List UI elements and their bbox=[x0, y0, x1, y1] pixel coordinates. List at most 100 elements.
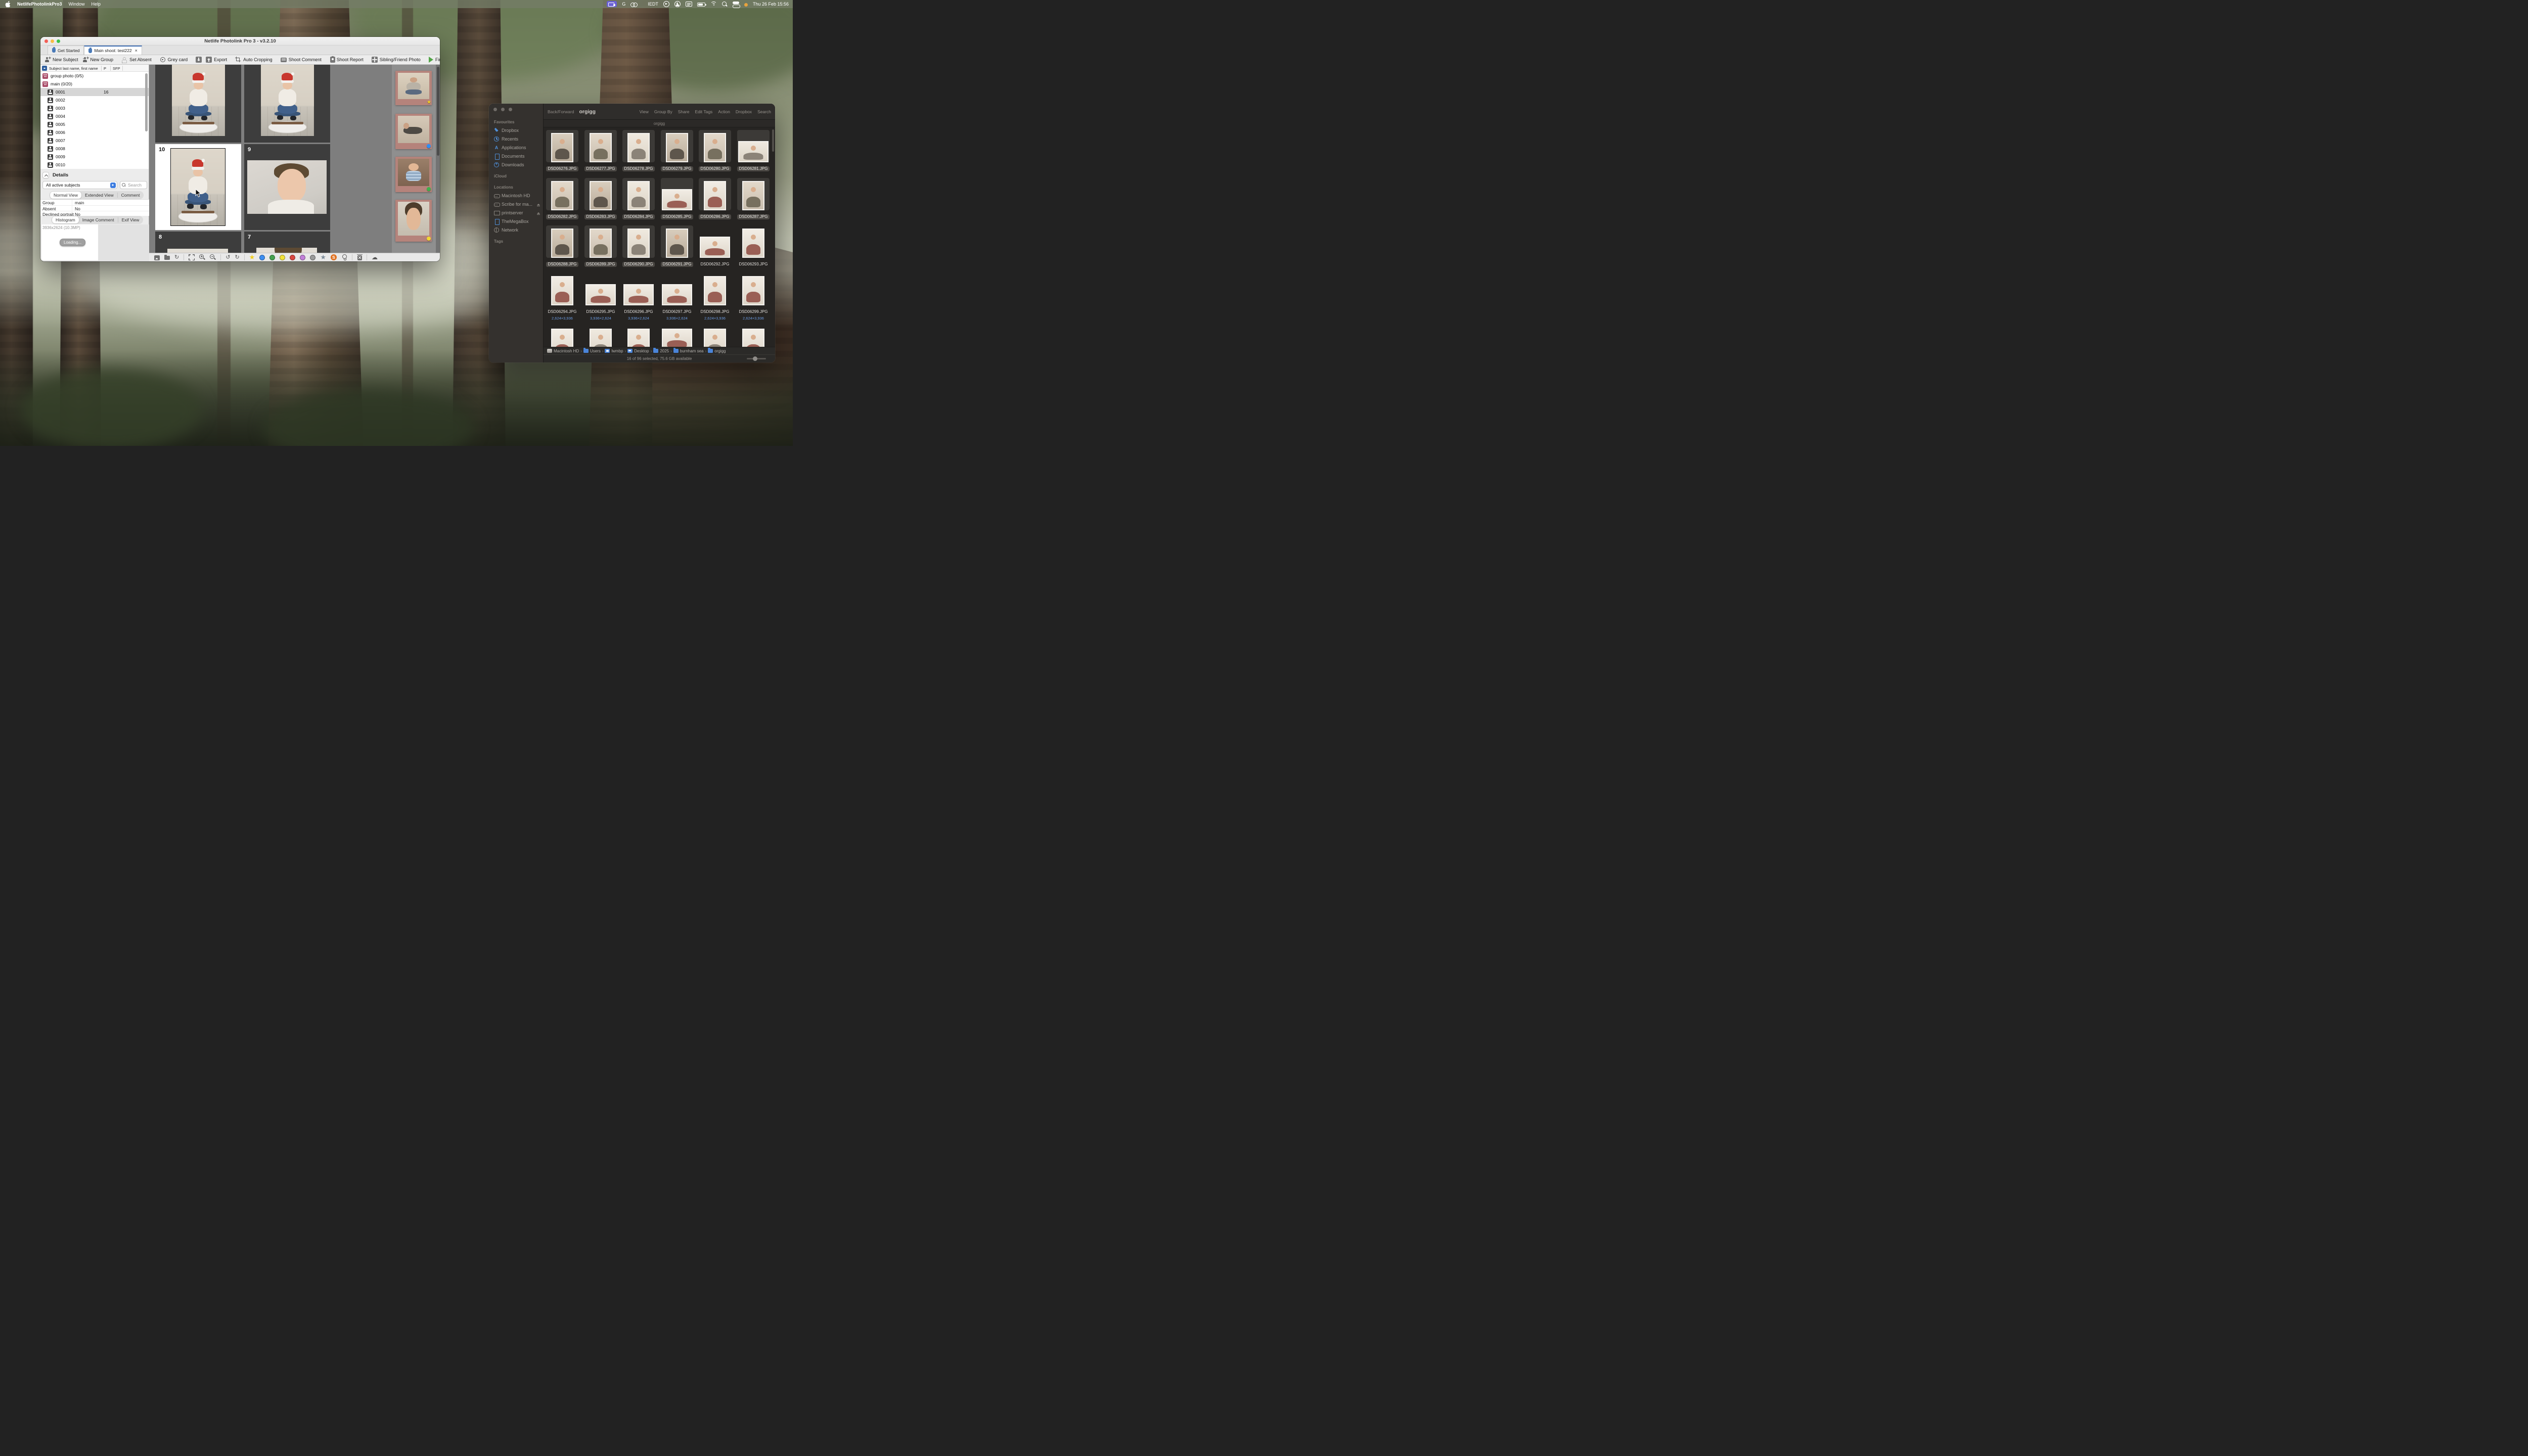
toolbar-action-action[interactable]: Action bbox=[718, 109, 730, 114]
filmstrip-thumbnail[interactable] bbox=[395, 157, 432, 192]
finish-shoot-button[interactable]: Finish Shoot bbox=[429, 57, 440, 63]
toolbar-action-dropbox[interactable]: Dropbox bbox=[736, 109, 752, 114]
new-subject-button[interactable]: New Subject bbox=[44, 57, 78, 63]
file-item[interactable]: DSD06279.JPG bbox=[659, 129, 695, 177]
toolbar-action-view[interactable]: View bbox=[640, 109, 649, 114]
wifi-icon[interactable] bbox=[710, 2, 717, 7]
file-item[interactable]: DSD06298.JPG2,624×3,936 bbox=[697, 272, 733, 321]
g-app-icon[interactable]: G bbox=[622, 2, 625, 7]
color-label-dot[interactable] bbox=[427, 237, 431, 241]
tab-histogram[interactable]: Histogram bbox=[52, 216, 79, 223]
sidebar-item-printserver[interactable]: printserver bbox=[494, 210, 540, 215]
group-row[interactable]: main (0/20) bbox=[40, 80, 149, 88]
sibling-friend-photo-button[interactable]: Sibling/Friend Photo bbox=[372, 57, 421, 63]
sidebar-item-applications[interactable]: AApplications bbox=[494, 145, 540, 150]
filmstrip-thumbnail[interactable] bbox=[395, 200, 432, 242]
menu-app-name[interactable]: NetlifePhotolinkPro3 bbox=[17, 2, 62, 7]
sidebar-item-scribe-for-ma-[interactable]: Scribe for ma... bbox=[494, 202, 540, 207]
rotate-right-icon[interactable]: ↻ bbox=[235, 254, 239, 260]
toolbar-action-share[interactable]: Share bbox=[678, 109, 690, 114]
file-item[interactable]: DSD06288.JPG bbox=[544, 224, 580, 273]
rotate-left-icon[interactable]: ↺ bbox=[225, 254, 230, 260]
title-bar[interactable]: Netlife Photolink Pro 3 - v3.2.10 bbox=[40, 37, 440, 46]
file-item[interactable]: DSD06287.JPG bbox=[735, 177, 772, 225]
sort-icon[interactable] bbox=[42, 66, 47, 71]
tab-normal-view[interactable]: Normal View bbox=[50, 192, 81, 199]
cloud-icon[interactable]: ☁ bbox=[372, 254, 378, 260]
trash-icon[interactable] bbox=[357, 255, 362, 260]
folder-icon[interactable] bbox=[164, 256, 170, 260]
grid-cell[interactable] bbox=[155, 65, 241, 143]
file-item[interactable]: DSD06291.JPG bbox=[659, 224, 695, 273]
file-item[interactable]: DSD06296.JPG3,936×2,624 bbox=[620, 272, 657, 321]
sidebar-item-documents[interactable]: Documents bbox=[494, 154, 540, 159]
sidebar-item-macintosh-hd[interactable]: Macintosh HD bbox=[494, 193, 540, 198]
toolbar-action-edit-tags[interactable]: Edit Tags bbox=[695, 109, 712, 114]
star-icon[interactable]: ★ bbox=[249, 254, 255, 260]
color-dot-icon[interactable] bbox=[290, 255, 295, 260]
minimize-window-button[interactable] bbox=[501, 108, 505, 111]
sidebar-item-recents[interactable]: Recents bbox=[494, 136, 540, 142]
subject-row[interactable]: 0005 bbox=[40, 120, 149, 128]
tab-comment[interactable]: Comment bbox=[118, 192, 144, 199]
file-item[interactable]: DSD06282.JPG bbox=[544, 177, 580, 225]
file-item[interactable]: DSD06293.JPG bbox=[735, 224, 772, 273]
color-dot-icon[interactable] bbox=[280, 255, 285, 260]
subject-row[interactable]: 0007 bbox=[40, 136, 149, 145]
file-item[interactable]: DSD06283.JPG bbox=[582, 177, 619, 225]
shoot-comment-button[interactable]: Shoot Comment bbox=[281, 57, 322, 62]
path-item-desktop[interactable]: Desktop bbox=[627, 349, 649, 353]
file-item[interactable]: DSD06289.JPG bbox=[582, 224, 619, 273]
subject-row[interactable]: 0002 bbox=[40, 96, 149, 104]
play-icon[interactable]: ▶ bbox=[663, 1, 669, 7]
color-label-dot[interactable] bbox=[427, 187, 431, 191]
file-item-partial[interactable] bbox=[544, 328, 580, 347]
spotlight-icon[interactable] bbox=[722, 2, 728, 7]
new-group-button[interactable]: New Group bbox=[82, 57, 114, 63]
zoom-window-button[interactable] bbox=[509, 108, 512, 111]
filmstrip-thumbnail[interactable]: ★ bbox=[395, 71, 432, 105]
subject-row[interactable]: 0003 bbox=[40, 104, 149, 112]
search-input[interactable] bbox=[127, 182, 145, 188]
file-item-partial[interactable] bbox=[620, 328, 657, 347]
file-item[interactable]: DSD06276.JPG bbox=[544, 129, 580, 177]
filmstrip-scrollbar-thumb[interactable] bbox=[437, 67, 439, 156]
star-badge-icon[interactable]: ★ bbox=[427, 100, 431, 105]
file-item[interactable]: DSD06292.JPG bbox=[697, 224, 733, 273]
subject-filter-dropdown[interactable]: All active subjects bbox=[42, 181, 117, 189]
zoom-out-icon[interactable] bbox=[210, 254, 216, 260]
bulb-icon[interactable] bbox=[341, 254, 347, 260]
toolbar-action-group-by[interactable]: Group By bbox=[654, 109, 672, 114]
file-item[interactable]: DSD06284.JPG bbox=[620, 177, 657, 225]
battery-icon[interactable] bbox=[697, 3, 705, 7]
subject-list-header[interactable]: Subject last name, first name P SFP bbox=[40, 65, 149, 72]
file-item[interactable]: DSD06286.JPG bbox=[697, 177, 733, 225]
sidebar-item-dropbox[interactable]: Dropbox bbox=[494, 128, 540, 133]
finder-scrollbar-thumb[interactable] bbox=[772, 129, 774, 152]
file-item-partial[interactable] bbox=[659, 328, 695, 347]
path-item-orgigg[interactable]: orgigg bbox=[708, 349, 726, 353]
path-item-users[interactable]: Users bbox=[583, 349, 601, 353]
subject-row[interactable]: 0010 bbox=[40, 161, 149, 169]
s-badge-icon[interactable]: S bbox=[331, 254, 337, 260]
import-button[interactable] bbox=[196, 57, 202, 63]
file-item[interactable]: DSD06290.JPG bbox=[620, 224, 657, 273]
tab-main-shoot-test222[interactable]: Main shoot: test222× bbox=[84, 46, 142, 55]
iedt-app-icon[interactable]: IEDT bbox=[648, 2, 658, 7]
eject-icon[interactable] bbox=[536, 202, 540, 206]
file-item-partial[interactable] bbox=[697, 328, 733, 347]
shoot-report-button[interactable]: Shoot Report bbox=[330, 57, 364, 63]
path-item-lwmbp[interactable]: lwmbp bbox=[605, 349, 623, 353]
star-icon[interactable]: ★ bbox=[320, 254, 326, 260]
back-forward-button[interactable]: Back/Forward bbox=[548, 109, 574, 114]
grid-cell-9[interactable]: 9 bbox=[244, 144, 330, 230]
eject-icon[interactable] bbox=[536, 211, 540, 215]
tab-image-comment[interactable]: Image Comment bbox=[79, 216, 118, 223]
zoom-in-icon[interactable] bbox=[199, 254, 205, 260]
dropdown-stepper-icon[interactable] bbox=[110, 183, 116, 188]
sidebar-item-downloads[interactable]: Downloads bbox=[494, 162, 540, 167]
subject-row[interactable]: 0006 bbox=[40, 128, 149, 136]
path-item-2025[interactable]: 2025 bbox=[653, 349, 669, 353]
grey-card-button[interactable]: Grey card bbox=[160, 57, 188, 63]
sync-icon[interactable]: ↻ bbox=[174, 254, 179, 260]
